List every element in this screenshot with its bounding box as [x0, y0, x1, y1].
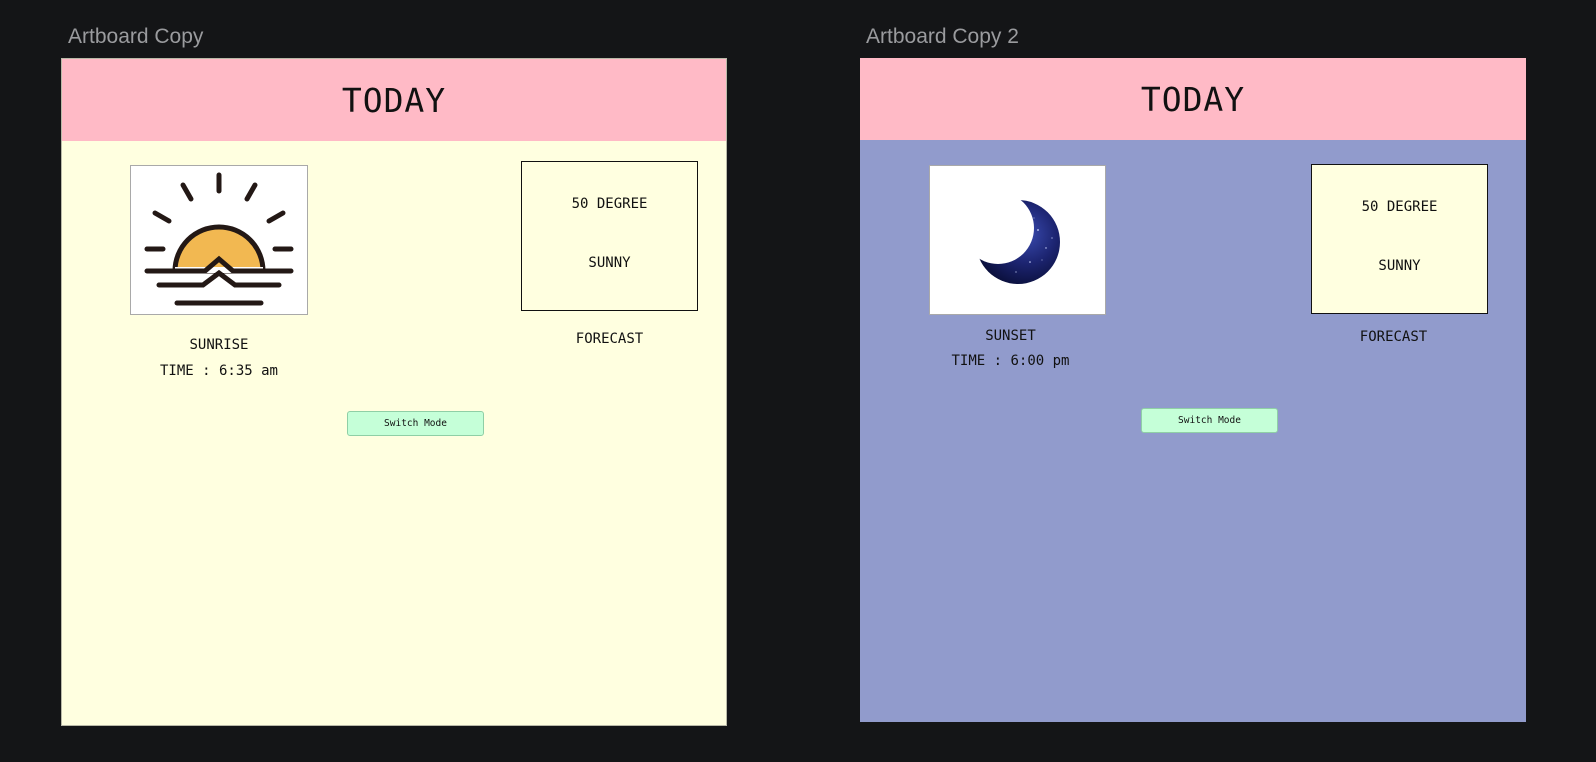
- header: TODAY: [860, 58, 1526, 140]
- header-title: TODAY: [1140, 79, 1246, 119]
- sunrise-icon: [144, 172, 294, 306]
- event-time: TIME : 6:00 pm: [951, 353, 1070, 369]
- header: TODAY: [62, 59, 726, 141]
- forecast-temperature: 50 DEGREE: [571, 196, 648, 212]
- switch-mode-button[interactable]: Switch Mode: [1141, 408, 1278, 433]
- sunrise-image: [130, 165, 308, 315]
- switch-mode-button[interactable]: Switch Mode: [347, 411, 484, 436]
- moon-icon: [975, 200, 1060, 284]
- artboard-night: TODAY SUNSET TIME: 6:00 pm 50 DEGREE SU…: [860, 58, 1526, 722]
- forecast-temperature: 50 DEGREE: [1361, 199, 1438, 215]
- event-time: TIME : 6:35 am: [159, 363, 278, 379]
- forecast-label: FORECAST: [1359, 329, 1428, 345]
- artboard-title: Artboard Copy: [68, 25, 204, 48]
- moon-image: [929, 165, 1106, 315]
- header-title: TODAY: [341, 80, 447, 120]
- artboard-day: TODAY SUNRISE TIME : 6:35 am 50 DEGREE S…: [61, 58, 727, 726]
- forecast-box: 50 DEGREE SUNNY: [521, 161, 698, 311]
- event-label: SUNRISE: [189, 337, 249, 353]
- forecast-condition: SUNNY: [588, 255, 631, 271]
- forecast-box: 50 DEGREE SUNNY: [1311, 164, 1488, 314]
- forecast-label: FORECAST: [575, 331, 644, 347]
- artboard-title: Artboard Copy 2: [866, 25, 1019, 48]
- forecast-condition: SUNNY: [1378, 258, 1421, 274]
- event-label: SUNSET: [985, 328, 1036, 344]
